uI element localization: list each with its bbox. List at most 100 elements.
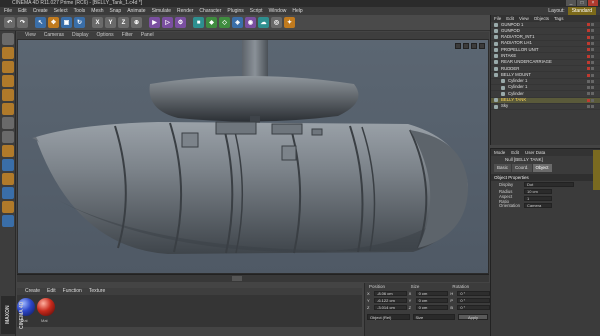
environment-icon[interactable]: ☁ <box>258 17 269 28</box>
model-mode-icon[interactable] <box>2 47 14 59</box>
size-y-field[interactable]: 0 cm <box>415 298 449 303</box>
tweak-mode-icon[interactable] <box>2 131 14 143</box>
x-axis-icon[interactable]: X <box>92 17 103 28</box>
position-x-field[interactable]: -8.06 cm <box>374 291 407 296</box>
texture-mode-icon[interactable] <box>2 61 14 73</box>
menu-select[interactable]: Select <box>54 7 68 15</box>
3d-viewport[interactable] <box>17 39 489 274</box>
menu-help[interactable]: Help <box>292 7 302 15</box>
menu-simulate[interactable]: Simulate <box>152 7 171 15</box>
workplane-icon[interactable] <box>2 159 14 171</box>
tab-object[interactable]: Object <box>532 164 552 172</box>
size-mode-select[interactable]: Size <box>412 314 455 320</box>
menu-tools[interactable]: Tools <box>74 7 86 15</box>
subdivision-icon[interactable]: ◆ <box>206 17 217 28</box>
scale-icon[interactable]: ▣ <box>61 17 72 28</box>
size-z-field[interactable]: 0 cm <box>415 305 449 310</box>
size-x-field[interactable]: 0 cm <box>415 291 449 296</box>
menu-script[interactable]: Script <box>250 7 263 15</box>
tab-basic[interactable]: Basic <box>494 164 512 172</box>
layout-value[interactable]: Standard <box>567 7 596 15</box>
deformer-icon[interactable]: ◉ <box>245 17 256 28</box>
material-menu-create[interactable]: Create <box>25 288 40 295</box>
object-menu-tags[interactable]: Tags <box>554 15 564 22</box>
zoom-view-icon[interactable] <box>463 43 469 49</box>
viewport-menu-panel[interactable]: Panel <box>141 32 154 39</box>
display-select[interactable]: Dot <box>524 182 574 187</box>
close-button[interactable]: × <box>588 0 598 6</box>
viewport-menu-options[interactable]: Options <box>96 32 113 39</box>
lock-workplane-icon[interactable] <box>2 173 14 185</box>
position-y-field[interactable]: -6.122 cm <box>374 298 407 303</box>
attr-menu-mode[interactable]: Mode <box>494 149 505 156</box>
move-icon[interactable]: ✥ <box>48 17 59 28</box>
make-editable-icon[interactable] <box>2 33 14 45</box>
orientation-select[interactable]: Camera <box>524 203 552 208</box>
rotation-h-field[interactable]: 0 ° <box>457 291 491 296</box>
undo-icon[interactable]: ↶ <box>4 17 15 28</box>
menu-edit[interactable]: Edit <box>18 7 27 15</box>
viewport-menu-view[interactable]: View <box>25 32 36 39</box>
array-icon[interactable]: ◈ <box>232 17 243 28</box>
attr-menu-user-data[interactable]: User Data <box>525 149 545 156</box>
pan-view-icon[interactable] <box>455 43 461 49</box>
sculpt-icon[interactable] <box>2 201 14 213</box>
timeline-scrubber[interactable] <box>232 276 242 281</box>
aspect-ratio-field[interactable]: 1 <box>524 196 552 201</box>
layout-selector[interactable]: Layout: Standard <box>548 7 596 15</box>
object-row[interactable]: Sky <box>491 103 600 111</box>
minimize-button[interactable]: _ <box>566 0 576 6</box>
rotate-icon[interactable]: ↻ <box>74 17 85 28</box>
radius-field[interactable]: 10 cm <box>524 189 552 194</box>
menu-window[interactable]: Window <box>269 7 287 15</box>
render-settings-icon[interactable]: ⚙ <box>175 17 186 28</box>
material-menu-function[interactable]: Function <box>63 288 82 295</box>
z-axis-icon[interactable]: Z <box>118 17 129 28</box>
pylon-wing <box>149 76 359 122</box>
rotation-b-field[interactable]: 0 ° <box>457 305 491 310</box>
menu-character[interactable]: Character <box>199 7 221 15</box>
position-z-field[interactable]: -3.014 cm <box>374 305 407 310</box>
render-picture-viewer-icon[interactable]: ▷ <box>162 17 173 28</box>
rotation-p-field[interactable]: 0 ° <box>457 298 491 303</box>
viewport-menu-cameras[interactable]: Cameras <box>44 32 64 39</box>
snap-icon[interactable] <box>2 145 14 157</box>
timeline-ruler[interactable] <box>17 274 489 282</box>
cube-icon[interactable]: ■ <box>193 17 204 28</box>
camera-icon[interactable]: ◎ <box>271 17 282 28</box>
paint-icon[interactable] <box>2 215 14 227</box>
viewport-menu-display[interactable]: Display <box>72 32 88 39</box>
maximize-button[interactable]: □ <box>577 0 587 6</box>
material-menu-texture[interactable]: Texture <box>89 288 105 295</box>
nurbs-icon[interactable]: ◇ <box>219 17 230 28</box>
polygon-mode-icon[interactable] <box>2 103 14 115</box>
tab-coord[interactable]: Coord. <box>512 164 532 172</box>
point-mode-icon[interactable] <box>2 75 14 87</box>
coordinate-system-icon[interactable]: ⊕ <box>131 17 142 28</box>
toggle-view-icon[interactable] <box>479 43 485 49</box>
rotate-view-icon[interactable] <box>471 43 477 49</box>
apply-button[interactable]: Apply <box>458 314 488 320</box>
redo-icon[interactable]: ↷ <box>17 17 28 28</box>
menu-mesh[interactable]: Mesh <box>91 7 103 15</box>
render-view-icon[interactable]: ▶ <box>149 17 160 28</box>
attr-menu-edit[interactable]: Edit <box>511 149 519 156</box>
menu-plugins[interactable]: Plugins <box>227 7 243 15</box>
menu-render[interactable]: Render <box>177 7 193 15</box>
axis-mode-icon[interactable] <box>2 117 14 129</box>
live-select-icon[interactable]: ↖ <box>35 17 46 28</box>
coordinate-mode-select[interactable]: Object (Rel) <box>367 314 410 320</box>
menu-file[interactable]: File <box>4 7 12 15</box>
y-axis-icon[interactable]: Y <box>105 17 116 28</box>
solo-icon[interactable] <box>2 187 14 199</box>
viewport-menu-filter[interactable]: Filter <box>122 32 133 39</box>
menu-animate[interactable]: Animate <box>127 7 145 15</box>
menu-snap[interactable]: Snap <box>110 7 122 15</box>
light-icon[interactable]: ✦ <box>284 17 295 28</box>
menu-create[interactable]: Create <box>33 7 48 15</box>
edge-mode-icon[interactable] <box>2 89 14 101</box>
object-menu-objects[interactable]: Objects <box>534 15 549 22</box>
manager-side-tabs[interactable] <box>593 150 600 190</box>
material-menu-edit[interactable]: Edit <box>47 288 56 295</box>
material-swatch-red[interactable] <box>37 298 55 316</box>
